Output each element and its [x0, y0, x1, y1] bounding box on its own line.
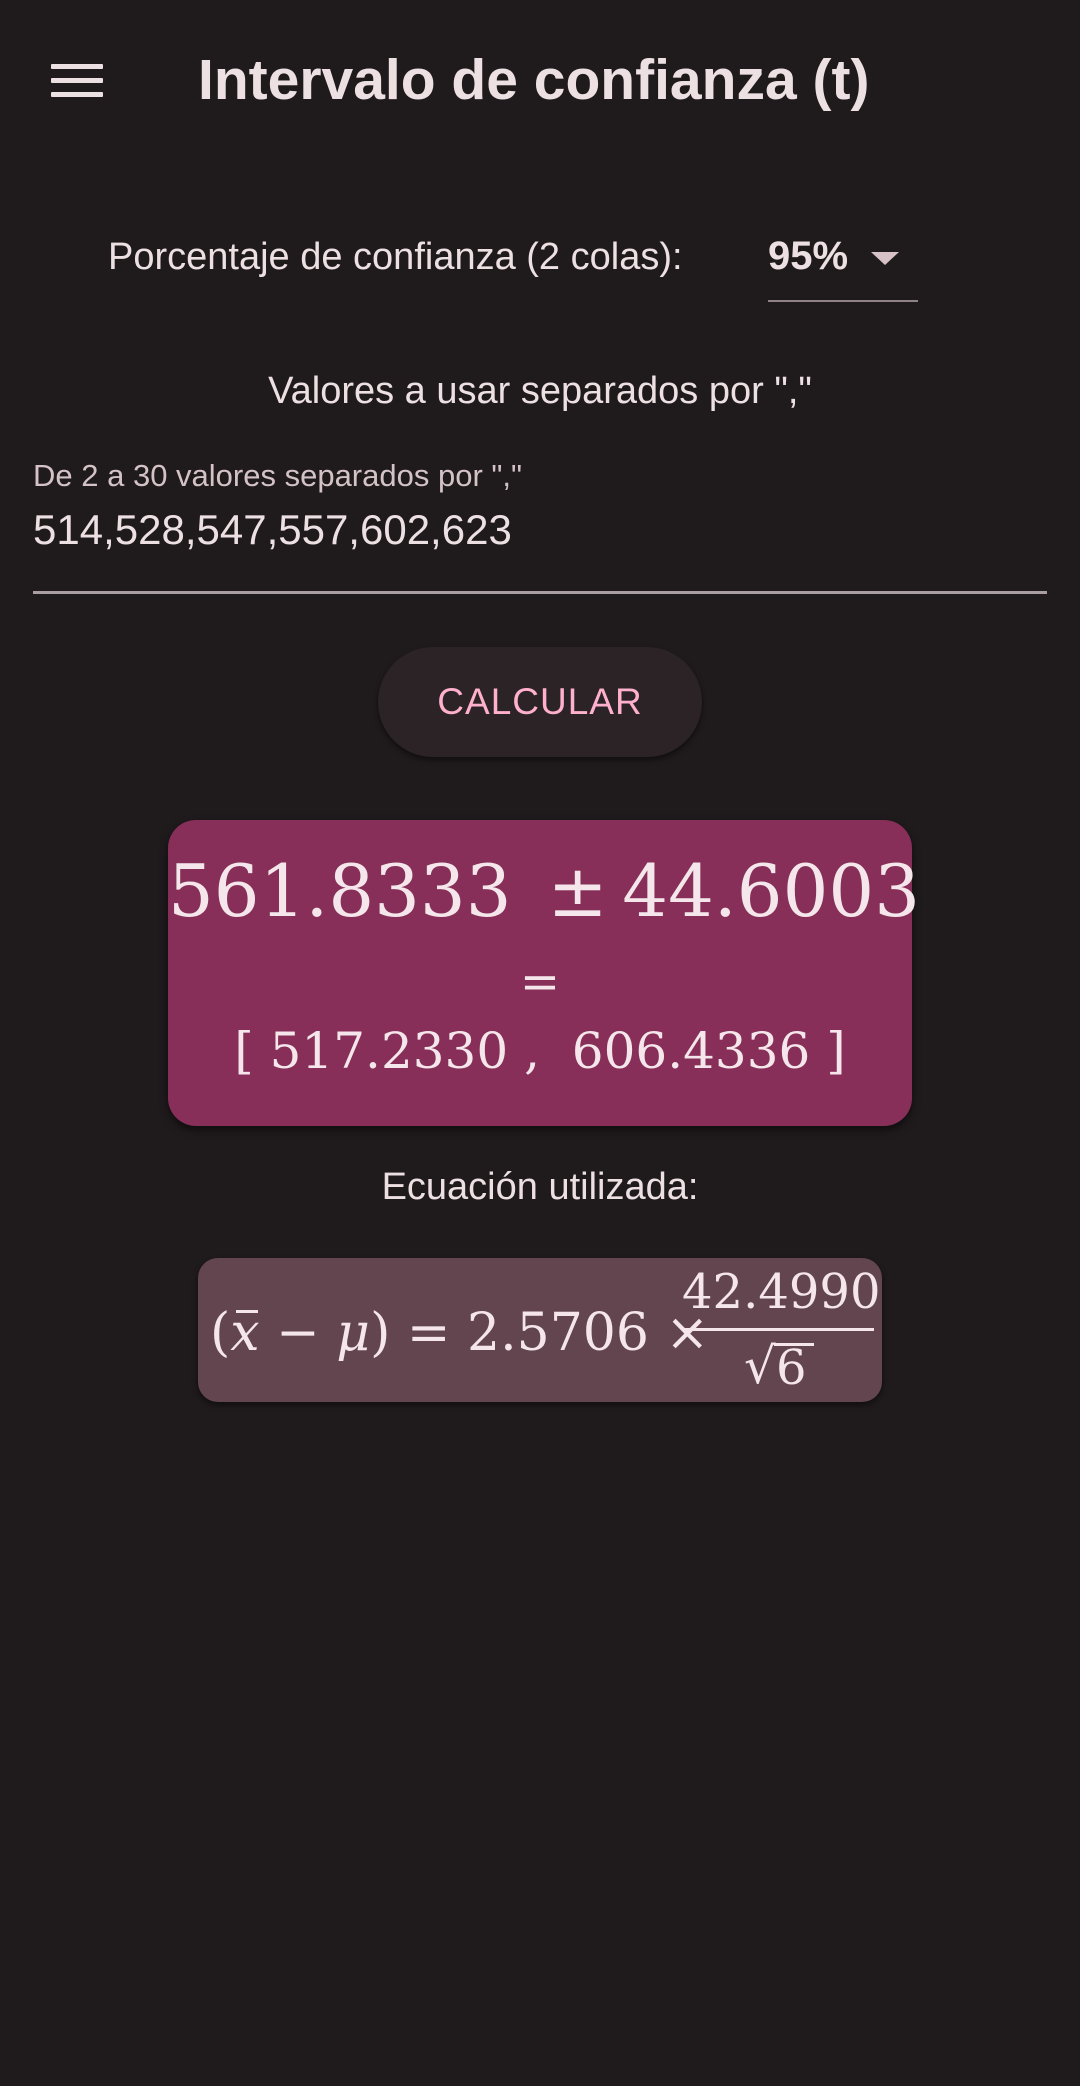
result-card: 561.8333 ± 44.6003 = [ 517.2330 , 606.433… — [168, 820, 920, 1126]
values-field-label: De 2 a 30 valores separados por "," — [33, 458, 523, 493]
interval-upper: 606.4336 — [571, 1022, 811, 1080]
values-heading: Valores a usar separados por "," — [268, 370, 812, 412]
confidence-label: Porcentaje de confianza (2 colas): — [108, 236, 683, 278]
eq-t-value: 2.5706 — [467, 1303, 649, 1363]
plus-minus-sign: ± — [547, 849, 608, 933]
eq-denominator: √ 6 — [682, 1334, 874, 1398]
eq-open-paren: ( — [210, 1303, 231, 1363]
result-mean: 561.8333 — [168, 849, 512, 933]
confidence-dropdown[interactable]: 95% — [768, 218, 918, 302]
menu-line — [51, 91, 103, 97]
result-margin: 44.6003 — [622, 849, 921, 933]
app-screen: Intervalo de confianza (t) Porcentaje de… — [0, 0, 1080, 2086]
eq-close-paren: ) — [370, 1303, 391, 1363]
values-text-field[interactable]: De 2 a 30 valores separados por "," — [33, 440, 1047, 594]
sqrt-icon: √ — [744, 1337, 776, 1395]
confidence-selected-value: 95% — [768, 234, 849, 278]
page-title: Intervalo de confianza (t) — [198, 48, 870, 112]
interval-close-bracket: ] — [826, 1022, 846, 1080]
equation-card: (x − μ) = 2.5706 × 42.4990 √ 6 — [198, 1258, 882, 1402]
app-bar: Intervalo de confianza (t) — [0, 0, 1080, 160]
equation-heading: Ecuación utilizada: — [381, 1166, 699, 1208]
menu-line — [51, 77, 103, 83]
eq-minus: − — [276, 1303, 320, 1363]
hamburger-menu-icon[interactable] — [34, 40, 120, 120]
values-input[interactable] — [33, 500, 1047, 560]
eq-mu: μ — [336, 1303, 371, 1363]
equation-fraction: 42.4990 √ 6 — [682, 1260, 881, 1400]
equation-left-side: (x − μ) = 2.5706 × — [210, 1298, 709, 1368]
result-equals-sign: = — [519, 954, 561, 1010]
interval-open-bracket: [ — [234, 1022, 254, 1080]
eq-numerator: 42.4990 — [682, 1264, 881, 1320]
interval-lower: 517.2330 — [269, 1022, 509, 1080]
interval-comma: , — [524, 1022, 540, 1080]
caret-down-icon — [871, 252, 899, 265]
result-interval: [ 517.2330 , 606.4336 ] — [168, 1016, 912, 1086]
eq-denominator-value: 6 — [776, 1340, 807, 1396]
eq-equals: = — [406, 1303, 451, 1363]
result-mean-margin: 561.8333 ± 44.6003 — [168, 846, 920, 936]
fraction-bar — [682, 1328, 874, 1331]
calculate-button[interactable]: CALCULAR — [378, 647, 702, 757]
menu-line — [51, 63, 103, 69]
eq-x-bar: x — [230, 1298, 259, 1368]
